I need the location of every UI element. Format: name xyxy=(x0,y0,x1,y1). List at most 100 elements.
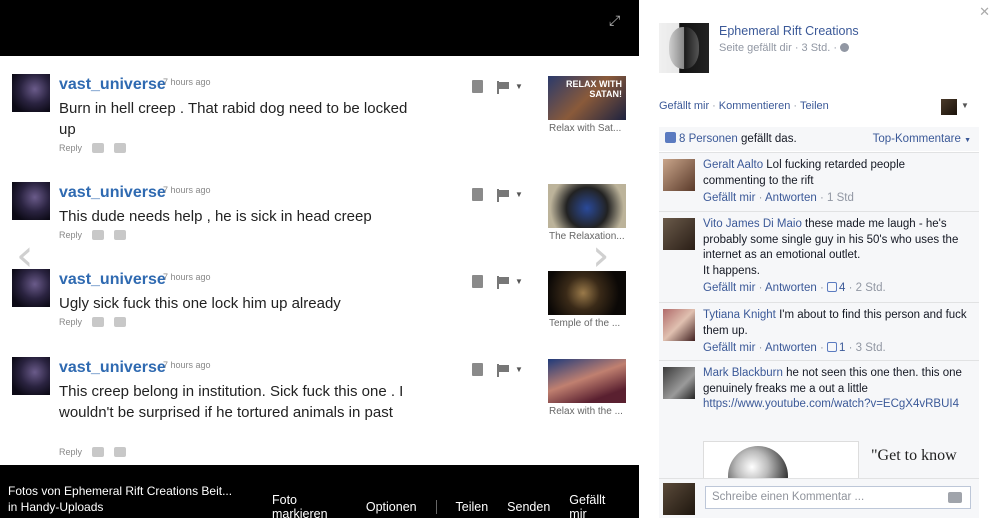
thumbs-up-icon xyxy=(665,132,676,143)
like-button[interactable]: Gefällt mir xyxy=(569,493,620,518)
avatar[interactable] xyxy=(663,218,695,250)
yt-timestamp: 7 hours ago xyxy=(163,360,211,370)
yt-username: vast_universe xyxy=(59,359,166,376)
comment-meta: Gefällt mir · Antworten · 1 · 3 Std. xyxy=(703,342,886,354)
comment-reply-link[interactable]: Antworten xyxy=(765,192,817,204)
comments-list[interactable]: Geralt Aalto Lol fucking retarded people… xyxy=(659,152,979,478)
close-icon[interactable]: ✕ xyxy=(979,4,990,20)
yt-reply-label: Reply xyxy=(59,230,83,240)
flag-icon xyxy=(497,80,509,94)
preview-image xyxy=(728,446,788,478)
yt-reply-label: Reply xyxy=(59,143,83,153)
yt-tools: ▼ xyxy=(472,80,523,94)
thumbs-down-icon xyxy=(114,317,127,327)
caret-down-icon: ▼ xyxy=(515,82,523,91)
comment-like-count[interactable]: 1 xyxy=(839,342,845,354)
comment-reply-link[interactable]: Antworten xyxy=(765,282,817,294)
yt-video-thumbnail xyxy=(548,184,626,228)
share-button[interactable]: Teilen xyxy=(456,500,489,514)
yt-video-thumbnail: RELAX WITH SATAN! xyxy=(548,76,626,120)
caret-down-icon: ▼ xyxy=(964,137,971,144)
avatar[interactable] xyxy=(663,159,695,191)
fullscreen-icon[interactable]: ⤢ xyxy=(609,12,625,28)
comment-time: 2 Std. xyxy=(855,282,886,294)
thumbs-down-icon xyxy=(114,447,127,457)
comment-author[interactable]: Mark Blackburn xyxy=(703,367,783,379)
avatar xyxy=(12,357,50,395)
share-post-link[interactable]: Teilen xyxy=(800,100,829,112)
yt-timestamp: 7 hours ago xyxy=(163,185,211,195)
comment-post-link[interactable]: Kommentieren xyxy=(719,100,791,112)
comment-author[interactable]: Geralt Aalto xyxy=(703,159,763,171)
comment-youtube-link[interactable]: https://www.youtube.com/watch?v=ECgX4vRB… xyxy=(703,398,959,410)
thumbs-up-icon xyxy=(92,143,105,153)
post-actions: Gefällt mir · Kommentieren · Teilen xyxy=(659,100,829,112)
photo-content: vast_universe 7 hours ago Burn in hell c… xyxy=(0,56,639,465)
comment-meta: Gefällt mir · Antworten · 1 Std xyxy=(703,192,854,204)
yt-comment-actions: Reply xyxy=(59,447,127,457)
avatar[interactable] xyxy=(663,309,695,341)
avatar xyxy=(12,74,50,112)
thumbs-up-icon xyxy=(827,342,838,352)
thumbs-down-icon xyxy=(114,143,127,153)
trash-icon xyxy=(472,188,483,201)
avatar xyxy=(663,483,695,515)
yt-thumbnail-caption: Relax with the ... xyxy=(549,406,623,417)
comment-like-link[interactable]: Gefällt mir xyxy=(703,282,755,294)
comment-like-count[interactable]: 4 xyxy=(839,282,845,294)
yt-comment: vast_universe 7 hours ago This dude need… xyxy=(0,164,639,254)
link-preview-image[interactable] xyxy=(703,441,859,478)
comment-body: Vito James Di Maio these made me laugh -… xyxy=(703,217,969,297)
tag-photo-button[interactable]: Foto markieren xyxy=(272,493,347,518)
yt-thumbnail-caption: Temple of the ... xyxy=(549,318,621,329)
send-button[interactable]: Senden xyxy=(507,500,550,514)
caret-down-icon: ▼ xyxy=(515,277,523,286)
yt-thumbnail-caption: Relax with Sat... xyxy=(549,123,622,134)
yt-comment-text: Burn in hell creep . That rabid dog need… xyxy=(59,100,408,138)
photo-caption-bar: Fotos von Ephemeral Rift Creations Beit.… xyxy=(0,465,639,518)
thumbs-up-icon xyxy=(92,230,105,240)
comment-sort-dropdown[interactable]: Top-Kommentare ▼ xyxy=(873,127,971,153)
like-post-link[interactable]: Gefällt mir xyxy=(659,100,709,112)
identity-selector-avatar[interactable] xyxy=(941,99,957,115)
album-subtitle[interactable]: in Handy-Uploads xyxy=(8,499,263,515)
yt-tools: ▼ xyxy=(472,188,523,202)
thumbs-up-icon xyxy=(92,447,105,457)
comment-reply-link[interactable]: Antworten xyxy=(765,342,817,354)
album-title: Fotos von Ephemeral Rift Creations Beit.… xyxy=(8,483,263,515)
comment-input[interactable]: Schreibe einen Kommentar ... xyxy=(705,486,971,509)
comment-item: Tytiana Knight I'm about to find this pe… xyxy=(659,302,979,361)
likes-suffix: gefällt das. xyxy=(737,133,797,145)
thumbs-down-icon xyxy=(114,230,127,240)
yt-comment-actions: Reply xyxy=(59,230,127,240)
avatar[interactable] xyxy=(663,367,695,399)
yt-comment-text: This dude needs help , he is sick in hea… xyxy=(59,208,372,225)
comment-text-line2: It happens. xyxy=(703,264,760,277)
previous-photo-arrow-icon[interactable]: ‹ xyxy=(16,234,46,282)
link-preview-text[interactable]: "Get to know xyxy=(871,446,971,476)
options-button[interactable]: Optionen xyxy=(366,500,417,514)
photo-actions-menu: Foto markieren Optionen Teilen Senden Ge… xyxy=(272,493,639,518)
album-title-text[interactable]: Fotos von Ephemeral Rift Creations Beit.… xyxy=(8,483,263,499)
caret-down-icon: ▼ xyxy=(515,365,523,374)
comment-like-link[interactable]: Gefällt mir xyxy=(703,192,755,204)
flag-icon xyxy=(497,188,509,202)
post-sidebar: ✕ Ephemeral Rift Creations Seite gefällt… xyxy=(639,0,998,518)
comment-sort-label: Top-Kommentare xyxy=(872,133,961,145)
yt-username: vast_universe xyxy=(59,271,166,288)
yt-timestamp: 7 hours ago xyxy=(163,77,211,87)
comment-author[interactable]: Vito James Di Maio xyxy=(703,218,802,230)
comment-like-link[interactable]: Gefällt mir xyxy=(703,342,755,354)
trash-icon xyxy=(472,363,483,376)
likers-link[interactable]: 8 Personen xyxy=(679,133,738,145)
comment-author[interactable]: Tytiana Knight xyxy=(703,309,776,321)
comment-body: Tytiana Knight I'm about to find this pe… xyxy=(703,308,969,357)
comment-item: Geralt Aalto Lol fucking retarded people… xyxy=(659,152,979,212)
page-avatar[interactable] xyxy=(659,23,709,73)
camera-icon[interactable] xyxy=(948,492,962,503)
yt-comment-actions: Reply xyxy=(59,317,127,327)
next-photo-arrow-icon[interactable]: › xyxy=(592,234,622,282)
comment-time: 1 Std xyxy=(827,192,854,204)
chevron-down-icon[interactable]: ▼ xyxy=(961,101,969,110)
page-name-link[interactable]: Ephemeral Rift Creations xyxy=(719,24,859,38)
